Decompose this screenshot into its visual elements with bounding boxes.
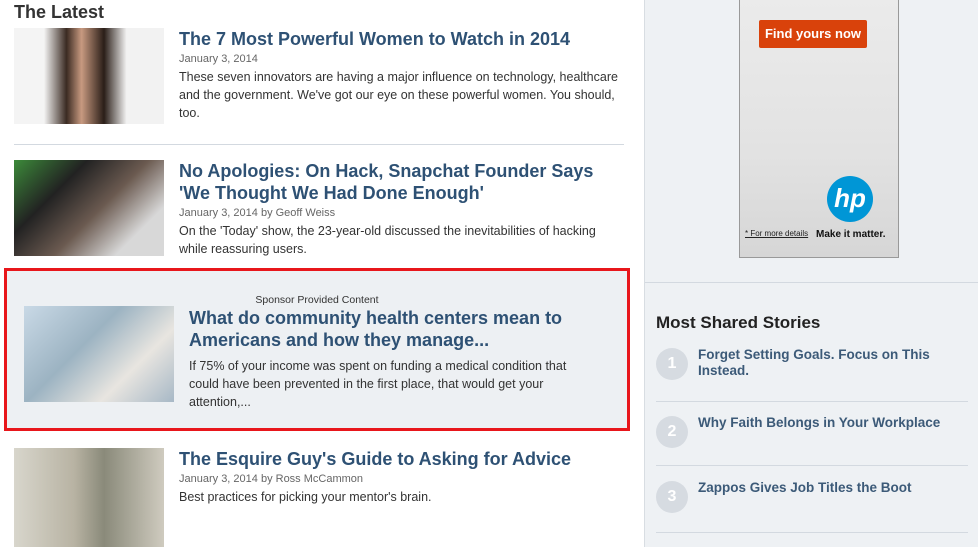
more-details-link[interactable]: * For more details bbox=[745, 229, 808, 238]
article-description: On the 'Today' show, the 23-year-old dis… bbox=[179, 224, 596, 256]
divider bbox=[656, 401, 968, 402]
sponsored-content: Sponsor Provided Content What do communi… bbox=[4, 268, 630, 431]
sponsor-label: Sponsor Provided Content bbox=[255, 294, 379, 306]
article-title-link[interactable]: No Apologies: On Hack, Snapchat Founder … bbox=[179, 160, 624, 204]
ad-tagline: Make it matter. bbox=[816, 229, 886, 240]
sponsored-description: If 75% of your income was spent on fundi… bbox=[189, 359, 567, 409]
article-item: The 7 Most Powerful Women to Watch in 20… bbox=[14, 28, 624, 128]
article-description: Best practices for picking your mentor's… bbox=[179, 490, 432, 504]
article-thumbnail[interactable] bbox=[14, 28, 164, 124]
article-item: The Esquire Guy's Guide to Asking for Ad… bbox=[14, 448, 624, 548]
hp-logo: hp bbox=[827, 176, 873, 222]
article-item: No Apologies: On Hack, Snapchat Founder … bbox=[14, 160, 624, 260]
article-thumbnail[interactable] bbox=[14, 160, 164, 256]
most-shared-heading: Most Shared Stories bbox=[656, 313, 821, 332]
article-meta: January 3, 2014 by Ross McCammon bbox=[179, 473, 364, 485]
divider bbox=[645, 282, 978, 283]
rank-badge: 1 bbox=[656, 348, 688, 380]
rank-badge: 3 bbox=[656, 481, 688, 513]
article-thumbnail[interactable] bbox=[14, 448, 164, 547]
sidebar: Find yours now hp * For more details Mak… bbox=[644, 0, 978, 547]
section-heading: The Latest bbox=[14, 2, 105, 22]
article-title-link[interactable]: The Esquire Guy's Guide to Asking for Ad… bbox=[179, 448, 624, 470]
article-title-link[interactable]: The 7 Most Powerful Women to Watch in 20… bbox=[179, 28, 624, 50]
story-link[interactable]: Forget Setting Goals. Focus on This Inst… bbox=[698, 347, 968, 379]
find-yours-now-button[interactable]: Find yours now bbox=[759, 20, 867, 48]
sponsored-thumbnail[interactable] bbox=[24, 306, 174, 402]
divider bbox=[656, 532, 968, 533]
story-link[interactable]: Zappos Gives Job Titles the Boot bbox=[698, 480, 968, 496]
divider bbox=[656, 465, 968, 466]
article-meta: January 3, 2014 by Geoff Weiss bbox=[179, 207, 336, 219]
article-description: These seven innovators are having a majo… bbox=[179, 70, 618, 120]
divider bbox=[14, 144, 624, 145]
hp-advertisement[interactable]: Find yours now hp * For more details Mak… bbox=[739, 0, 899, 258]
main-content: The Latest The 7 Most Powerful Women to … bbox=[0, 0, 644, 547]
article-meta: January 3, 2014 bbox=[179, 53, 258, 65]
rank-badge: 2 bbox=[656, 416, 688, 448]
story-link[interactable]: Why Faith Belongs in Your Workplace bbox=[698, 415, 968, 431]
sponsored-title-link[interactable]: What do community health centers mean to… bbox=[189, 307, 599, 351]
